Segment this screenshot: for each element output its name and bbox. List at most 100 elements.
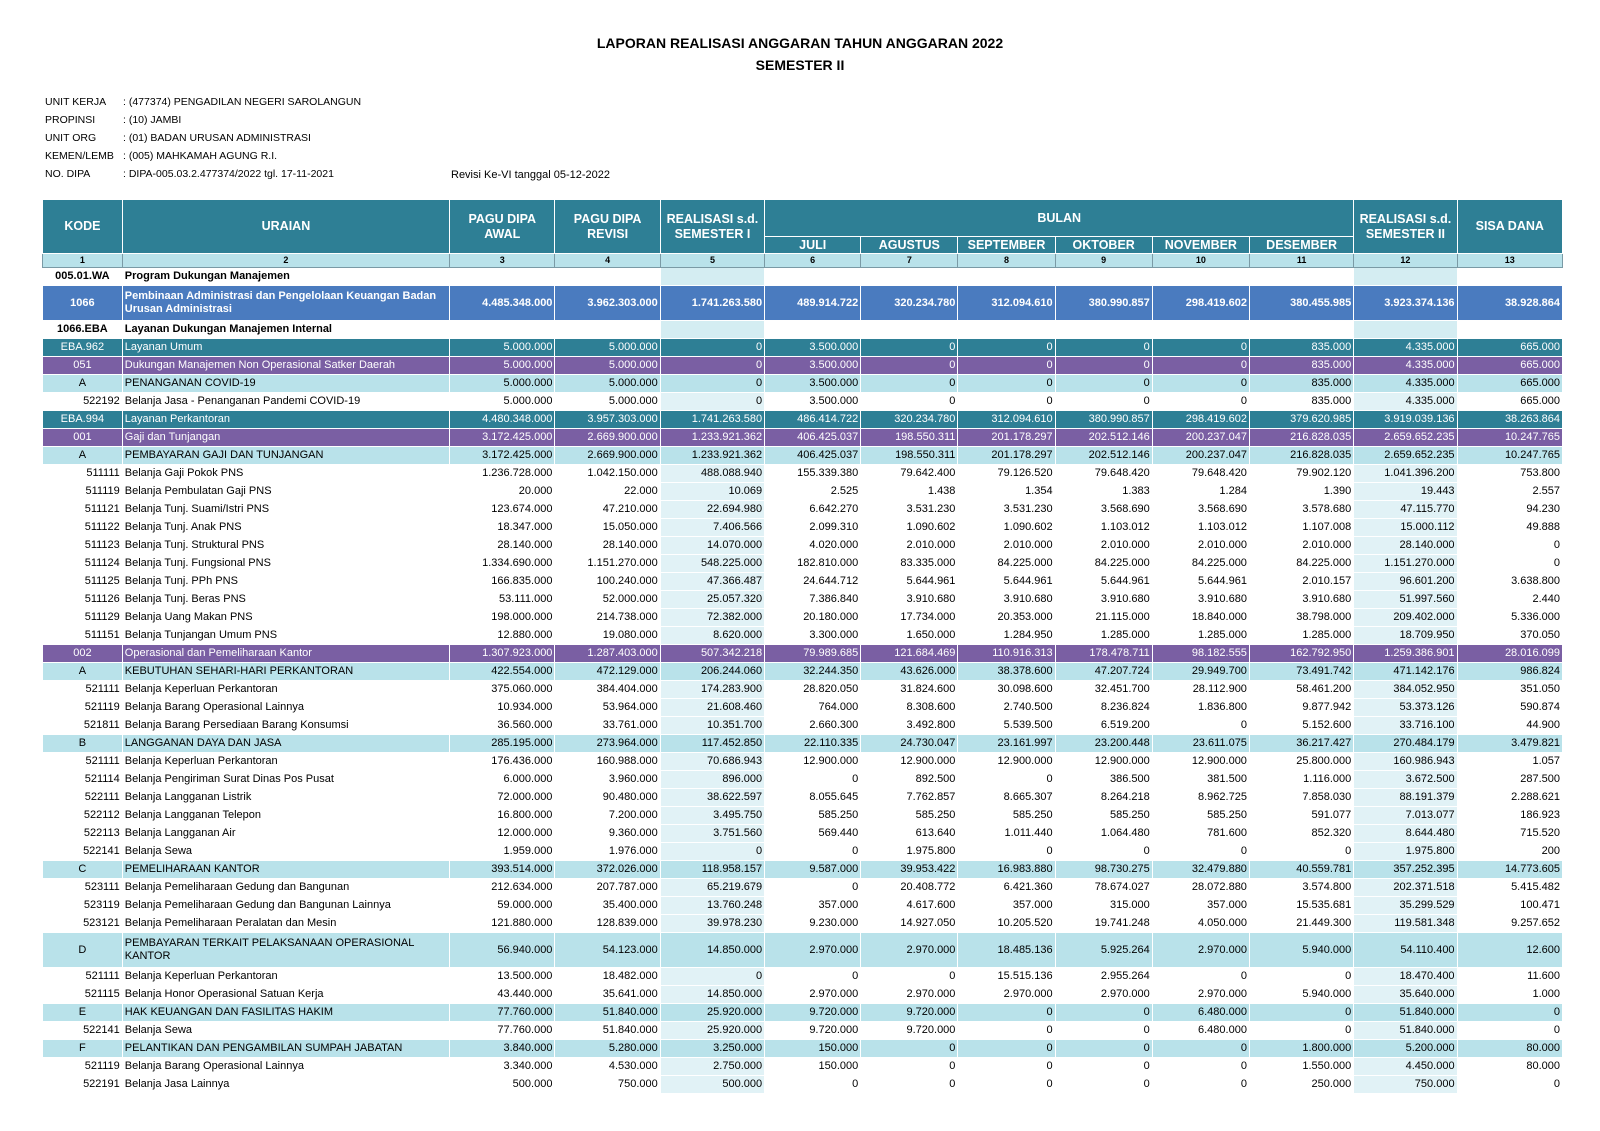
row-value: 118.958.157 [659, 860, 766, 879]
row-value: 4.335.000 [1353, 392, 1458, 411]
row-value [1054, 320, 1153, 339]
row-value: 9.877.942 [1248, 698, 1355, 717]
row-value: 5.000.000 [554, 374, 661, 393]
row-value: 10.069 [659, 482, 766, 501]
meta-unit-org: UNIT ORG: (01) BADAN URUSAN ADMINISTRASI [45, 132, 311, 144]
row-value: 3.300.000 [764, 626, 862, 645]
row-value: 123.674.000 [449, 500, 556, 519]
col-number: 5 [659, 253, 766, 268]
header-month-juli: JULI [764, 236, 862, 254]
row-uraian: Belanja Tunj. Suami/Istri PNS [121, 500, 451, 519]
row-value [1151, 267, 1250, 286]
row-value: 287.500 [1456, 770, 1564, 789]
table-row: 521119 Belanja Barang Operasional Lainnya… [42, 1057, 1564, 1076]
row-value: 0 [659, 338, 766, 357]
row-value [554, 320, 661, 339]
row-value: 1.741.263.580 [659, 410, 766, 429]
row-value: 486.414.722 [764, 410, 862, 429]
row-kode: 522111 [42, 788, 123, 807]
row-uraian: Belanja Langganan Air [121, 824, 451, 843]
row-value: 24.730.047 [860, 734, 959, 753]
col-number: 12 [1353, 253, 1458, 268]
row-value: 202.512.146 [1054, 428, 1153, 447]
row-value: 764.000 [764, 698, 862, 717]
row-value: 51.840.000 [554, 1003, 661, 1022]
row-value: 0 [764, 1075, 862, 1094]
row-value: 0 [1248, 842, 1355, 861]
col-number: 11 [1248, 253, 1355, 268]
row-value: 380.990.857 [1054, 285, 1153, 321]
row-value [1248, 267, 1355, 286]
row-value: 0 [1054, 392, 1153, 411]
row-value: 0 [957, 842, 1056, 861]
row-value: 375.060.000 [449, 680, 556, 699]
row-value: 25.800.000 [1248, 752, 1355, 771]
row-value: 1.107.008 [1248, 518, 1355, 537]
row-value: 3.578.680 [1248, 500, 1355, 519]
row-value: 24.644.712 [764, 572, 862, 591]
row-value: 72.000.000 [449, 788, 556, 807]
row-value: 38.798.000 [1248, 608, 1355, 627]
col-number: 7 [860, 253, 959, 268]
row-value: 0 [860, 1075, 959, 1094]
row-value: 0 [957, 356, 1056, 375]
row-value: 406.425.037 [764, 428, 862, 447]
row-value: 40.559.781 [1248, 860, 1355, 879]
row-kode: 521114 [42, 770, 123, 789]
row-uraian: Dukungan Manajemen Non Operasional Satke… [121, 356, 451, 375]
row-value: 0 [659, 392, 766, 411]
header-month-desember: DESEMBER [1248, 236, 1355, 254]
table-row: 521111 Belanja Keperluan Perkantoran 176.4… [42, 752, 1564, 771]
row-kode: C [42, 860, 123, 879]
col-number: 13 [1456, 253, 1564, 268]
row-value: 585.250 [957, 806, 1056, 825]
row-value: 2.288.621 [1456, 788, 1564, 807]
row-value: 2.740.500 [957, 698, 1056, 717]
row-value: 200 [1456, 842, 1564, 861]
row-value: 3.919.039.136 [1353, 410, 1458, 429]
row-value: 0 [957, 338, 1056, 357]
row-value: 3.840.000 [449, 1039, 556, 1058]
row-value: 28.072.880 [1151, 878, 1250, 897]
row-uraian: Gaji dan Tunjangan [121, 428, 451, 447]
row-uraian: PENANGANAN COVID-19 [121, 374, 451, 393]
row-value: 9.257.652 [1456, 914, 1564, 933]
row-value: 212.634.000 [449, 878, 556, 897]
row-value: 3.910.680 [957, 590, 1056, 609]
row-kode: 001 [42, 428, 123, 447]
row-value: 2.970.000 [1151, 985, 1250, 1004]
row-value: 6.642.270 [764, 500, 862, 519]
row-value: 2.955.264 [1054, 967, 1153, 986]
row-value: 1.011.440 [957, 824, 1056, 843]
table-row: 521111 Belanja Keperluan Perkantoran 13.50… [42, 967, 1564, 986]
row-value: 1.285.000 [1151, 626, 1250, 645]
row-value: 35.640.000 [1353, 985, 1458, 1004]
row-kode: 522112 [42, 806, 123, 825]
row-value: 32.479.880 [1151, 860, 1250, 879]
row-value: 1.334.690.000 [449, 554, 556, 573]
col-number: 2 [121, 253, 451, 268]
row-value: 2.099.310 [764, 518, 862, 537]
row-value: 892.500 [860, 770, 959, 789]
table-row: 1066 Pembinaan Administrasi dan Pengelola… [42, 285, 1564, 321]
row-value: 5.000.000 [449, 356, 556, 375]
row-value: 2.659.652.235 [1353, 446, 1458, 465]
table-row: EBA.994 Layanan Perkantoran 4.480.348.000 3… [42, 410, 1564, 429]
row-value: 128.839.000 [554, 914, 661, 933]
row-value: 30.098.600 [957, 680, 1056, 699]
row-value: 84.225.000 [1151, 554, 1250, 573]
row-value: 585.250 [860, 806, 959, 825]
row-value: 8.236.824 [1054, 698, 1153, 717]
row-value: 19.443 [1353, 482, 1458, 501]
row-value: 1.233.921.362 [659, 446, 766, 465]
row-value: 3.500.000 [764, 374, 862, 393]
row-value: 53.964.000 [554, 698, 661, 717]
row-value: 25.057.320 [659, 590, 766, 609]
row-value: 3.500.000 [764, 338, 862, 357]
row-value: 7.858.030 [1248, 788, 1355, 807]
row-value: 384.052.950 [1353, 680, 1458, 699]
table-row: 511123 Belanja Tunj. Struktural PNS 28.140… [42, 536, 1564, 555]
row-value: 1.233.921.362 [659, 428, 766, 447]
row-value: 0 [1151, 1075, 1250, 1094]
row-uraian: PELANTIKAN DAN PENGAMBILAN SUMPAH JABATA… [121, 1039, 451, 1058]
